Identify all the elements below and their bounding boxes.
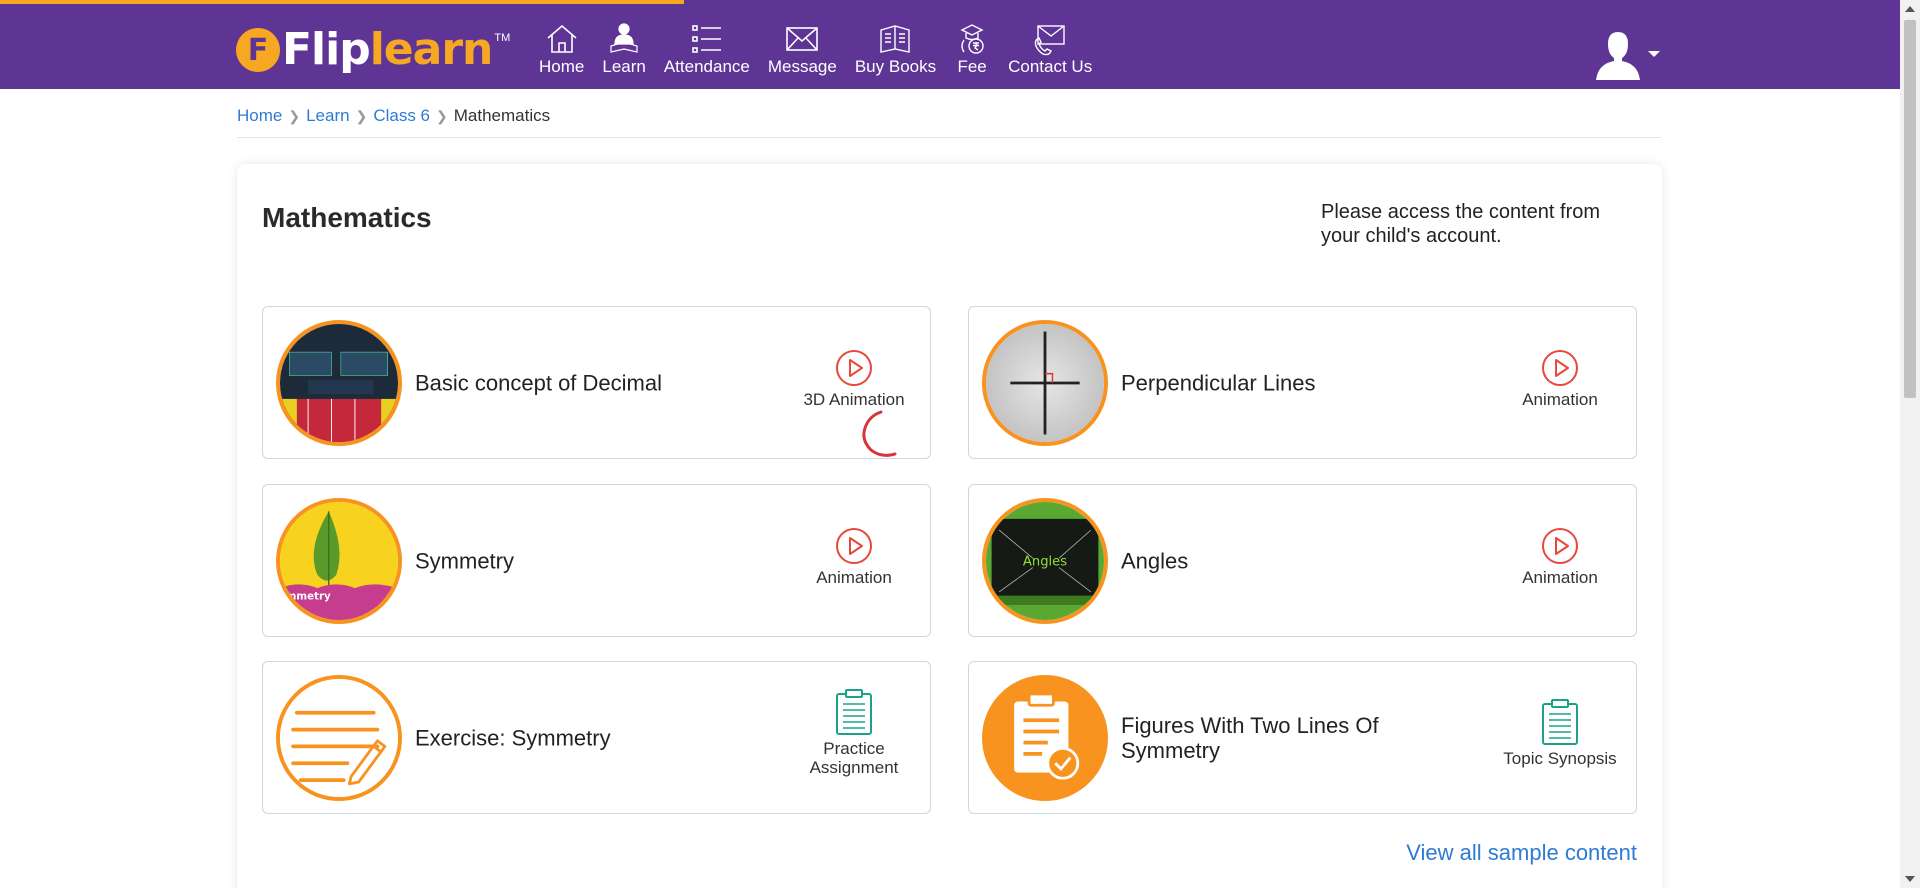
content-card-angles[interactable]: Angles Angles Animation [968,484,1637,637]
card-type-topic-synopsis[interactable]: Topic Synopsis [1490,698,1630,768]
content-card-exercise-symmetry[interactable]: Exercise: Symmetry Practice Assignment [262,661,931,814]
breadcrumb-divider [237,137,1661,138]
access-notice: Please access the content from your chil… [1321,201,1601,247]
card-type-label: Topic Synopsis [1503,749,1617,768]
nav-contact-us[interactable]: Contact Us [999,22,1101,77]
user-menu[interactable] [1594,28,1660,80]
breadcrumb-current: Mathematics [453,106,551,125]
chevron-right-icon: ❯ [355,107,368,124]
clipboard-icon [836,689,872,735]
thumbnail-caption: mmetry [286,590,331,602]
logo-text-learn: learn [369,24,494,75]
scroll-up-icon[interactable] [1905,6,1915,12]
content-panel: Mathematics Please access the content fr… [237,164,1662,888]
nav-attendance-label: Attendance [663,57,750,76]
clipboard-icon [1542,699,1578,745]
card-type-label: Animation [1522,390,1598,409]
scrollbar-thumb[interactable] [1904,20,1916,398]
card-title: Exercise: Symmetry [415,725,611,750]
play-icon [836,350,872,386]
card-type-practice-assignment[interactable]: Practice Assignment [784,688,924,777]
page-loading-bar [0,0,1900,4]
nav-buy-books-label: Buy Books [854,57,937,76]
nav-message[interactable]: Message [759,22,846,77]
thumbnail-decimal [276,320,402,446]
thumbnail-symmetry: mmetry [276,498,402,624]
play-icon [1542,528,1578,564]
logo-text-flip: Flip [282,24,371,75]
nav-learn[interactable]: Learn [593,22,654,77]
card-type-label: Practice Assignment [809,739,899,777]
contact-icon [1034,25,1065,56]
content-card-perpendicular-lines[interactable]: Perpendicular Lines Animation [968,306,1637,459]
breadcrumb-learn[interactable]: Learn [306,106,349,126]
thumbnail-perpendicular [982,320,1108,446]
card-type-animation[interactable]: Animation [1490,527,1630,587]
chevron-right-icon: ❯ [288,107,301,124]
breadcrumb: Home ❯ Learn ❯ Class 6 ❯ Mathematics [237,106,550,126]
nav-message-label: Message [767,57,837,76]
nav-contact-us-label: Contact Us [1008,57,1093,76]
logo-trademark: TM [494,32,511,44]
pencil-lines-icon [280,679,398,797]
learner-icon [610,23,638,53]
scroll-down-icon[interactable] [1905,876,1915,882]
perpendicular-thumbnail-icon [986,324,1104,442]
nav-home[interactable]: Home [530,22,593,77]
thumbnail-synopsis [982,675,1108,801]
card-title: Basic concept of Decimal [415,370,662,395]
content-card-symmetry[interactable]: mmetry Symmetry Animation [262,484,931,637]
fee-icon [960,24,984,54]
play-icon [836,528,872,564]
home-icon [547,24,577,53]
content-card-basic-decimal[interactable]: Basic concept of Decimal 3D Animation [262,306,931,459]
top-header: F Fliplearn TM Home Learn Attendance Mes… [0,0,1900,89]
breadcrumb-home[interactable]: Home [237,106,282,126]
content-card-two-lines-symmetry[interactable]: Figures With Two Lines Of Symmetry Topic… [968,661,1637,814]
leaf-thumbnail-icon: mmetry [280,502,398,620]
user-avatar-icon [1596,32,1640,80]
loading-spinner-icon [862,410,897,457]
envelope-icon [786,27,819,51]
nav-attendance[interactable]: Attendance [655,22,759,77]
list-icon [692,25,721,53]
card-title: Angles [1121,548,1189,573]
main-nav: Home Learn Attendance Message Buy Books … [530,22,1101,77]
page-title: Mathematics [262,202,432,233]
nav-learn-label: Learn [602,57,646,76]
page-loading-bar-fill [0,0,684,4]
card-title: Figures With Two Lines Of Symmetry [1121,712,1379,763]
thumbnail-angles: Angles [982,498,1108,624]
books-icon [880,25,911,53]
fliplearn-logo[interactable]: F Fliplearn TM [236,26,510,74]
nav-fee[interactable]: Fee [945,22,999,77]
card-type-3d-animation[interactable]: 3D Animation [784,349,924,409]
card-type-animation[interactable]: Animation [784,527,924,587]
card-title: Symmetry [415,548,514,573]
nav-fee-label: Fee [957,57,987,76]
card-type-label: Animation [1522,568,1598,587]
breadcrumb-class[interactable]: Class 6 [373,106,430,126]
card-title: Perpendicular Lines [1121,370,1316,395]
chevron-right-icon: ❯ [436,107,448,124]
nav-home-label: Home [539,57,585,76]
decimal-thumbnail-icon [280,324,398,442]
thumbnail-exercise [276,675,402,801]
nav-buy-books[interactable]: Buy Books [846,22,945,77]
view-all-sample-content-link[interactable]: View all sample content [1406,840,1637,866]
vertical-scrollbar[interactable] [1900,0,1920,888]
thumbnail-caption: Angles [1023,555,1067,570]
play-icon [1542,350,1578,386]
clipboard-check-icon [986,679,1104,797]
angles-thumbnail-icon: Angles [986,502,1104,620]
chevron-down-icon [1648,51,1660,57]
card-type-animation[interactable]: Animation [1490,349,1630,409]
logo-badge-icon: F [236,28,280,72]
card-type-label: Animation [816,568,892,587]
